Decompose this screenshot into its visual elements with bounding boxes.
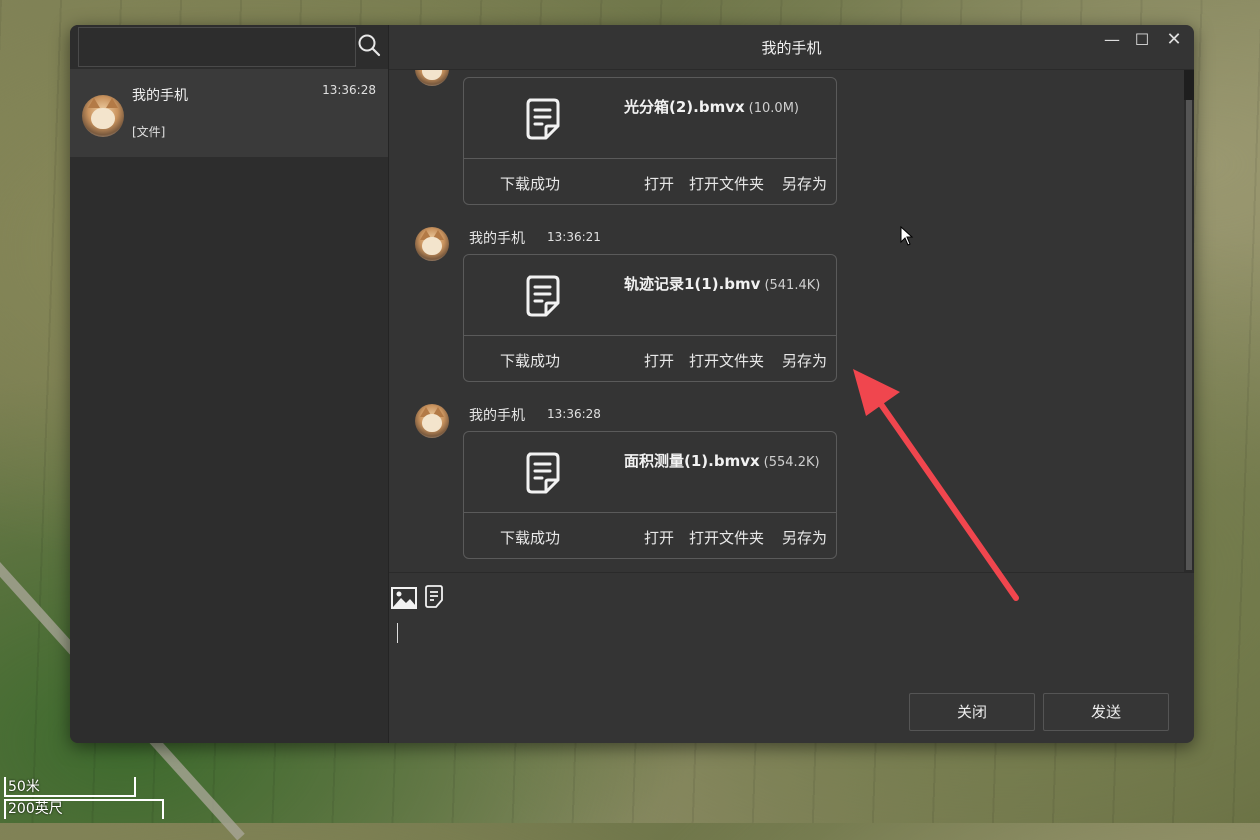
file-info: 面积测量(1).bmvx (554.2K) [464, 432, 836, 513]
download-status: 下载成功 [500, 529, 561, 547]
document-icon [526, 452, 560, 494]
file-info: 轨迹记录1(1).bmv (541.4K) [464, 255, 836, 336]
contact-preview: [文件] [132, 125, 166, 139]
contact-name: 我的手机 [132, 88, 188, 104]
file-message-card: 面积测量(1).bmvx (554.2K) 下载成功 打开 打开文件夹 另存为 [463, 431, 837, 559]
image-icon[interactable] [391, 587, 417, 609]
avatar [82, 95, 124, 137]
avatar [415, 404, 449, 438]
open-file-link[interactable]: 打开 [644, 527, 674, 548]
sidebar: 我的手机 13:36:28 [文件] [70, 25, 389, 743]
contact-item[interactable]: 我的手机 13:36:28 [文件] [70, 69, 388, 157]
search-icon[interactable] [356, 32, 382, 58]
maximize-button[interactable]: ☐ [1128, 29, 1156, 51]
message-sender: 我的手机 [469, 408, 525, 424]
window-title: 我的手机 [761, 39, 822, 57]
file-message-card: 轨迹记录1(1).bmv (541.4K) 下载成功 打开 打开文件夹 另存为 [463, 254, 837, 382]
open-file-link[interactable]: 打开 [644, 173, 674, 194]
text-input-caret[interactable] [397, 623, 398, 643]
save-as-link[interactable]: 另存为 [782, 350, 827, 371]
avatar [415, 227, 449, 261]
scale-meters: 50米 [4, 777, 136, 799]
mouse-cursor-icon [900, 226, 914, 246]
file-name: 轨迹记录1(1).bmv (541.4K) [624, 275, 821, 293]
message-list: 光分箱(2).bmvx (10.0M) 下载成功 打开 打开文件夹 另存为 我的手… [389, 70, 1194, 573]
download-status: 下载成功 [500, 352, 561, 370]
file-size: (541.4K) [764, 278, 821, 293]
save-as-link[interactable]: 另存为 [782, 527, 827, 548]
scale-feet: 200英尺 [4, 799, 164, 821]
search-input[interactable] [78, 27, 356, 67]
message-time: 13:36:28 [547, 407, 601, 421]
chat-panel: 我的手机 — ☐ ✕ 光分箱(2).bmvx (10.0M) 下载成功 打开 打… [389, 25, 1194, 743]
contact-time: 13:36:28 [322, 83, 376, 97]
close-window-button[interactable]: ✕ [1160, 29, 1188, 51]
file-name: 光分箱(2).bmvx (10.0M) [624, 98, 799, 116]
open-folder-link[interactable]: 打开文件夹 [689, 173, 764, 194]
message-time: 13:36:21 [547, 230, 601, 244]
save-as-link[interactable]: 另存为 [782, 173, 827, 194]
open-file-link[interactable]: 打开 [644, 350, 674, 371]
message-scrollbar[interactable] [1184, 70, 1194, 572]
file-icon[interactable] [425, 585, 443, 609]
document-icon [526, 275, 560, 317]
open-folder-link[interactable]: 打开文件夹 [689, 350, 764, 371]
close-button[interactable]: 关闭 [909, 693, 1035, 731]
map-scale: 50米 200英尺 [4, 777, 164, 821]
composer: 关闭 发送 [389, 573, 1194, 743]
document-icon [526, 98, 560, 140]
file-name: 面积测量(1).bmvx (554.2K) [624, 452, 820, 470]
file-info: 光分箱(2).bmvx (10.0M) [464, 78, 836, 159]
file-size: (10.0M) [748, 101, 799, 116]
file-size: (554.2K) [763, 455, 820, 470]
message-sender: 我的手机 [469, 231, 525, 247]
chat-window: 我的手机 13:36:28 [文件] 我的手机 — ☐ ✕ 光分箱(2).bmv… [70, 25, 1194, 743]
file-message-card: 光分箱(2).bmvx (10.0M) 下载成功 打开 打开文件夹 另存为 [463, 77, 837, 205]
scroll-thumb[interactable] [1184, 70, 1194, 100]
title-bar: 我的手机 — ☐ ✕ [389, 25, 1194, 70]
minimize-button[interactable]: — [1098, 29, 1126, 51]
send-button[interactable]: 发送 [1043, 693, 1169, 731]
scroll-track[interactable] [1186, 100, 1192, 570]
open-folder-link[interactable]: 打开文件夹 [689, 527, 764, 548]
avatar [415, 70, 449, 86]
download-status: 下载成功 [500, 175, 561, 193]
